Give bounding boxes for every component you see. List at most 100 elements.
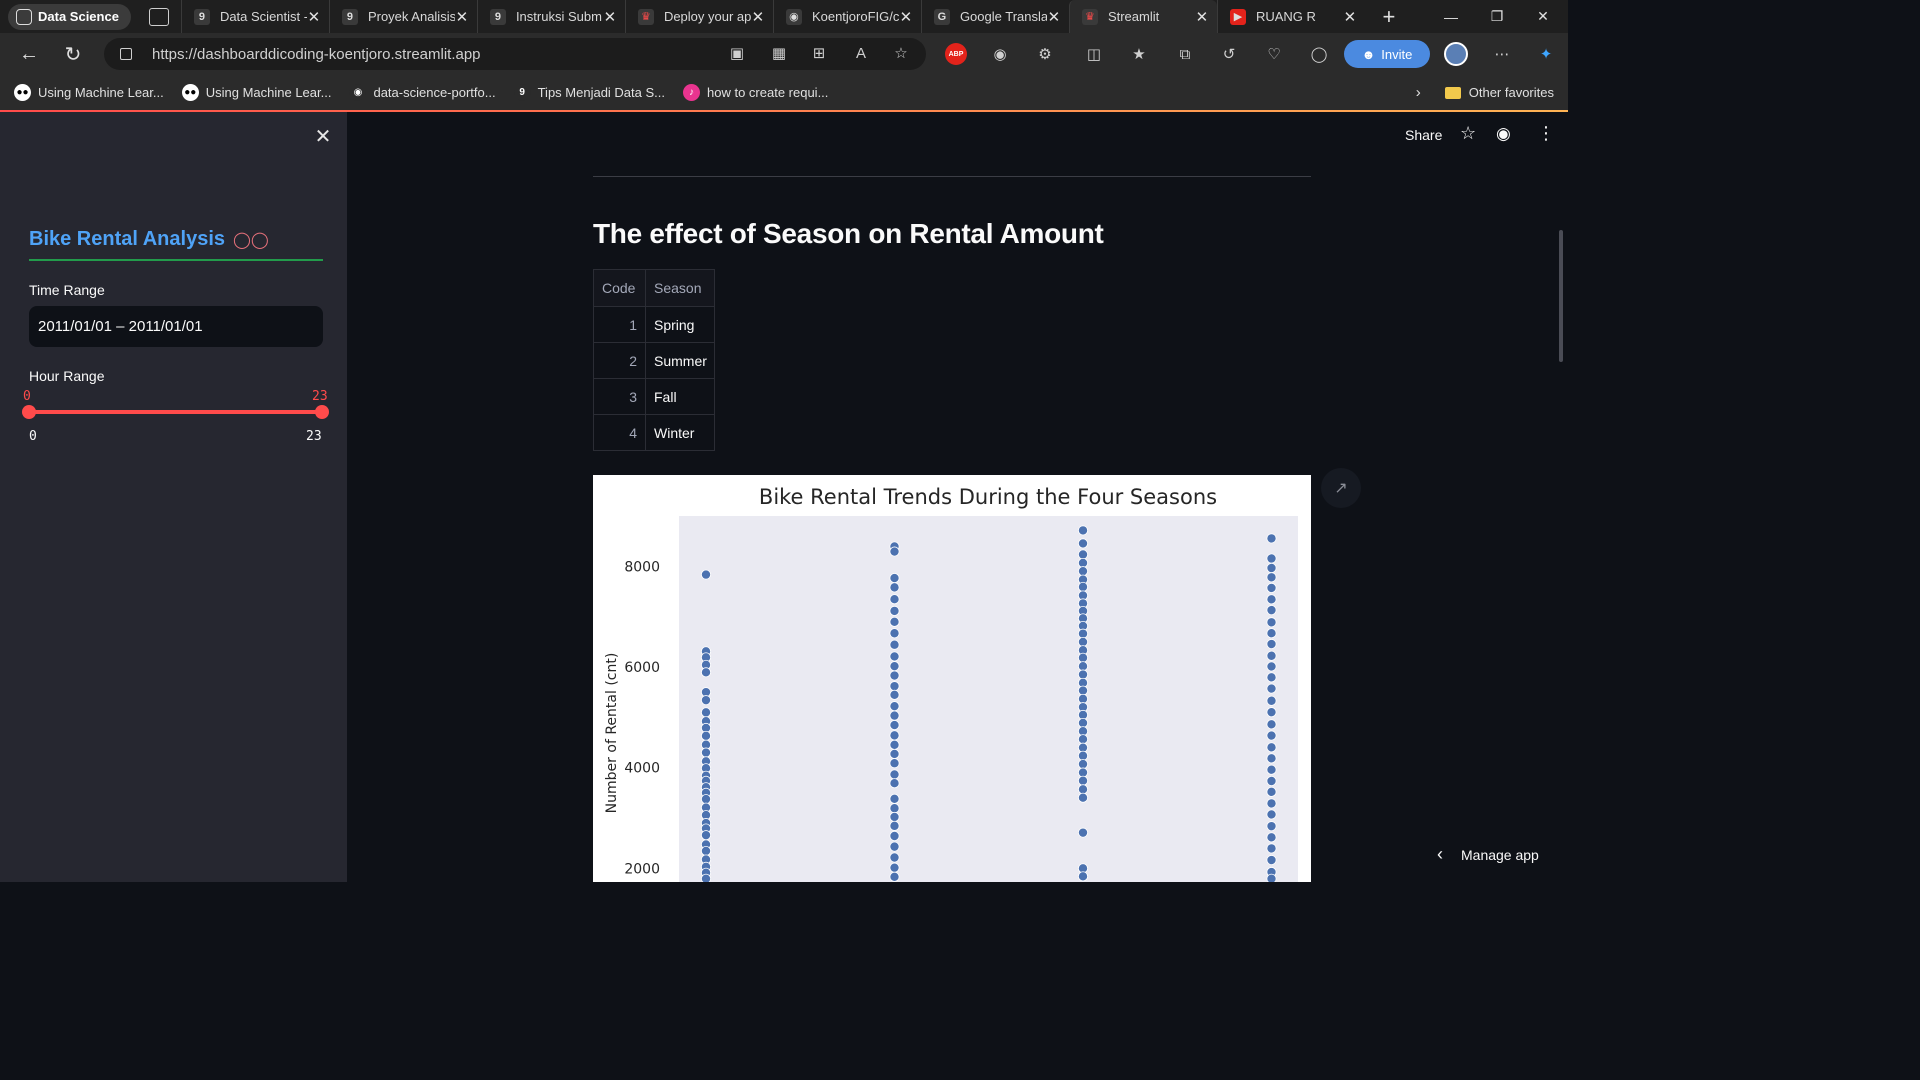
browser-tab[interactable]: ♛ Deploy your ap ✕: [624, 0, 773, 33]
tab-label: Google Transla: [959, 9, 1047, 24]
fullscreen-icon[interactable]: ↗: [1321, 468, 1361, 508]
browser-essentials-icon[interactable]: ♡: [1263, 43, 1285, 65]
browser-tab[interactable]: ♛ Streamlit ✕: [1068, 0, 1217, 33]
y-tick-label: 4000: [624, 761, 660, 777]
hour-range-low-handle[interactable]: [22, 405, 36, 419]
sidebar: ✕ Bike Rental Analysis ◯◯ Time Range 201…: [0, 112, 347, 882]
table-row: 1 Spring: [593, 306, 715, 343]
favorites-icon[interactable]: ★: [1128, 43, 1150, 65]
table-header-code[interactable]: Code: [593, 269, 646, 307]
youtube-icon: ▶: [1229, 8, 1246, 25]
tab-strip: 9 Data Scientist - ✕ 9 Proyek Analisis ✕ 9 Inst…: [180, 0, 1365, 33]
browser-tab[interactable]: 9 Proyek Analisis ✕: [328, 0, 477, 33]
hour-range-track[interactable]: [29, 410, 322, 414]
browser-tab[interactable]: 9 Data Scientist - ✕: [180, 0, 329, 33]
read-aloud-icon[interactable]: A: [850, 42, 872, 64]
feedback-icon[interactable]: ◯: [1308, 43, 1330, 65]
table-header-season[interactable]: Season: [645, 269, 715, 307]
back-icon[interactable]: ←: [14, 39, 44, 69]
minimize-button[interactable]: —: [1428, 0, 1474, 33]
profile-workspace-button[interactable]: Data Science: [8, 3, 131, 30]
copilot-icon[interactable]: ✦: [1535, 43, 1557, 65]
profile-avatar[interactable]: [1444, 42, 1468, 66]
close-window-button[interactable]: ✕: [1520, 0, 1566, 33]
app-available-icon[interactable]: ▣: [726, 42, 748, 64]
browser-tab[interactable]: G Google Transla ✕: [920, 0, 1069, 33]
scatter-point: [1266, 764, 1277, 775]
scatter-point: [1266, 533, 1277, 544]
close-tab-icon[interactable]: ✕: [603, 8, 617, 26]
bookmark-link[interactable]: 9 Tips Menjadi Data S...: [513, 84, 665, 101]
plot-area: [679, 516, 1298, 882]
sidebar-title-text: Bike Rental Analysis: [29, 228, 226, 250]
browser-tab[interactable]: 9 Instruksi Subm ✕: [476, 0, 625, 33]
other-favorites-link[interactable]: Other favorites: [1469, 85, 1554, 100]
streamlit-icon: ♛: [1081, 8, 1098, 25]
close-tab-icon[interactable]: ✕: [751, 8, 765, 26]
close-tab-icon[interactable]: ✕: [307, 8, 321, 26]
scatter-point: [1077, 717, 1088, 728]
table-cell-code: 1: [593, 306, 646, 343]
more-menu-icon[interactable]: ⋯: [1491, 43, 1513, 65]
scatter-point: [889, 701, 900, 712]
browser-tab[interactable]: ◉ KoentjoroFIG/c ✕: [772, 0, 921, 33]
refresh-icon[interactable]: ↻: [58, 39, 88, 69]
tab-label: Streamlit: [1107, 9, 1160, 24]
adblock-plus-icon[interactable]: ABP: [945, 43, 967, 65]
favorite-star-icon[interactable]: ☆: [890, 42, 912, 64]
share-button[interactable]: Share: [1405, 127, 1442, 143]
close-tab-icon[interactable]: ✕: [1343, 8, 1357, 26]
close-tab-icon[interactable]: ✕: [1047, 8, 1061, 26]
restore-button[interactable]: ❐: [1474, 0, 1520, 33]
bookmark-label: how to create requi...: [707, 85, 829, 100]
collections-icon[interactable]: ⧉: [1174, 43, 1196, 65]
new-tab-button[interactable]: +: [1375, 3, 1403, 31]
tab-label: RUANG R: [1255, 9, 1316, 24]
manage-app-button[interactable]: ‹ Manage app: [1437, 844, 1539, 865]
scatter-point: [1266, 775, 1277, 786]
more-options-icon[interactable]: ⋮: [1537, 123, 1555, 144]
scatter-point: [1077, 784, 1088, 795]
close-tab-icon[interactable]: ✕: [455, 8, 469, 26]
bookmark-link[interactable]: ◉ data-science-portfo...: [349, 84, 496, 101]
extension-icon[interactable]: ◉: [989, 43, 1011, 65]
hour-range-high-handle[interactable]: [315, 405, 329, 419]
apps-icon[interactable]: ⊞: [808, 42, 830, 64]
split-screen-icon[interactable]: ◫: [1083, 43, 1105, 65]
bookmark-link[interactable]: ♪ how to create requi...: [683, 84, 828, 101]
scatter-point: [1077, 669, 1088, 680]
history-icon[interactable]: ↺: [1218, 43, 1240, 65]
dicoding-icon: 9: [193, 8, 210, 25]
bookmark-link[interactable]: ●● Using Machine Lear...: [14, 84, 164, 101]
table-cell-season: Winter: [645, 414, 715, 451]
chevron-right-icon[interactable]: ›: [1416, 84, 1421, 101]
github-icon[interactable]: ◉: [1496, 124, 1511, 144]
table-row: 3 Fall: [593, 378, 715, 415]
workspace-icon: [16, 8, 32, 25]
hour-range-min: 0: [29, 429, 37, 444]
page-scrollbar[interactable]: [1559, 230, 1563, 362]
star-icon[interactable]: ☆: [1460, 123, 1476, 144]
browser-tab[interactable]: ▶ RUANG R ✕: [1216, 0, 1365, 33]
scatter-point: [1266, 832, 1277, 843]
scatter-point: [1077, 538, 1088, 549]
scatter-point: [889, 758, 900, 769]
tab-actions-icon[interactable]: [148, 7, 169, 26]
scatter-point: [1266, 786, 1277, 797]
scatter-point: [889, 651, 900, 662]
tab-label: Data Scientist -: [219, 9, 307, 24]
dicoding-icon: 9: [341, 8, 358, 25]
qr-code-icon[interactable]: ▦: [768, 42, 790, 64]
sidebar-title: Bike Rental Analysis ◯◯: [29, 228, 269, 251]
invite-button[interactable]: ☻ Invite: [1344, 40, 1430, 68]
chart-title: Bike Rental Trends During the Four Seaso…: [759, 485, 1217, 509]
close-tab-icon[interactable]: ✕: [899, 8, 913, 26]
bookmark-link[interactable]: ●● Using Machine Lear...: [181, 84, 331, 101]
extensions-puzzle-icon[interactable]: ⚙: [1034, 43, 1056, 65]
time-range-input[interactable]: 2011/01/01 – 2011/01/01: [29, 306, 323, 347]
url-field[interactable]: https://dashboarddicoding-koentjoro.stre…: [104, 38, 926, 70]
close-sidebar-button[interactable]: ✕: [314, 127, 332, 147]
dicoding-icon: 9: [489, 8, 506, 25]
close-tab-icon[interactable]: ✕: [1195, 8, 1209, 26]
scatter-point: [1077, 775, 1088, 786]
